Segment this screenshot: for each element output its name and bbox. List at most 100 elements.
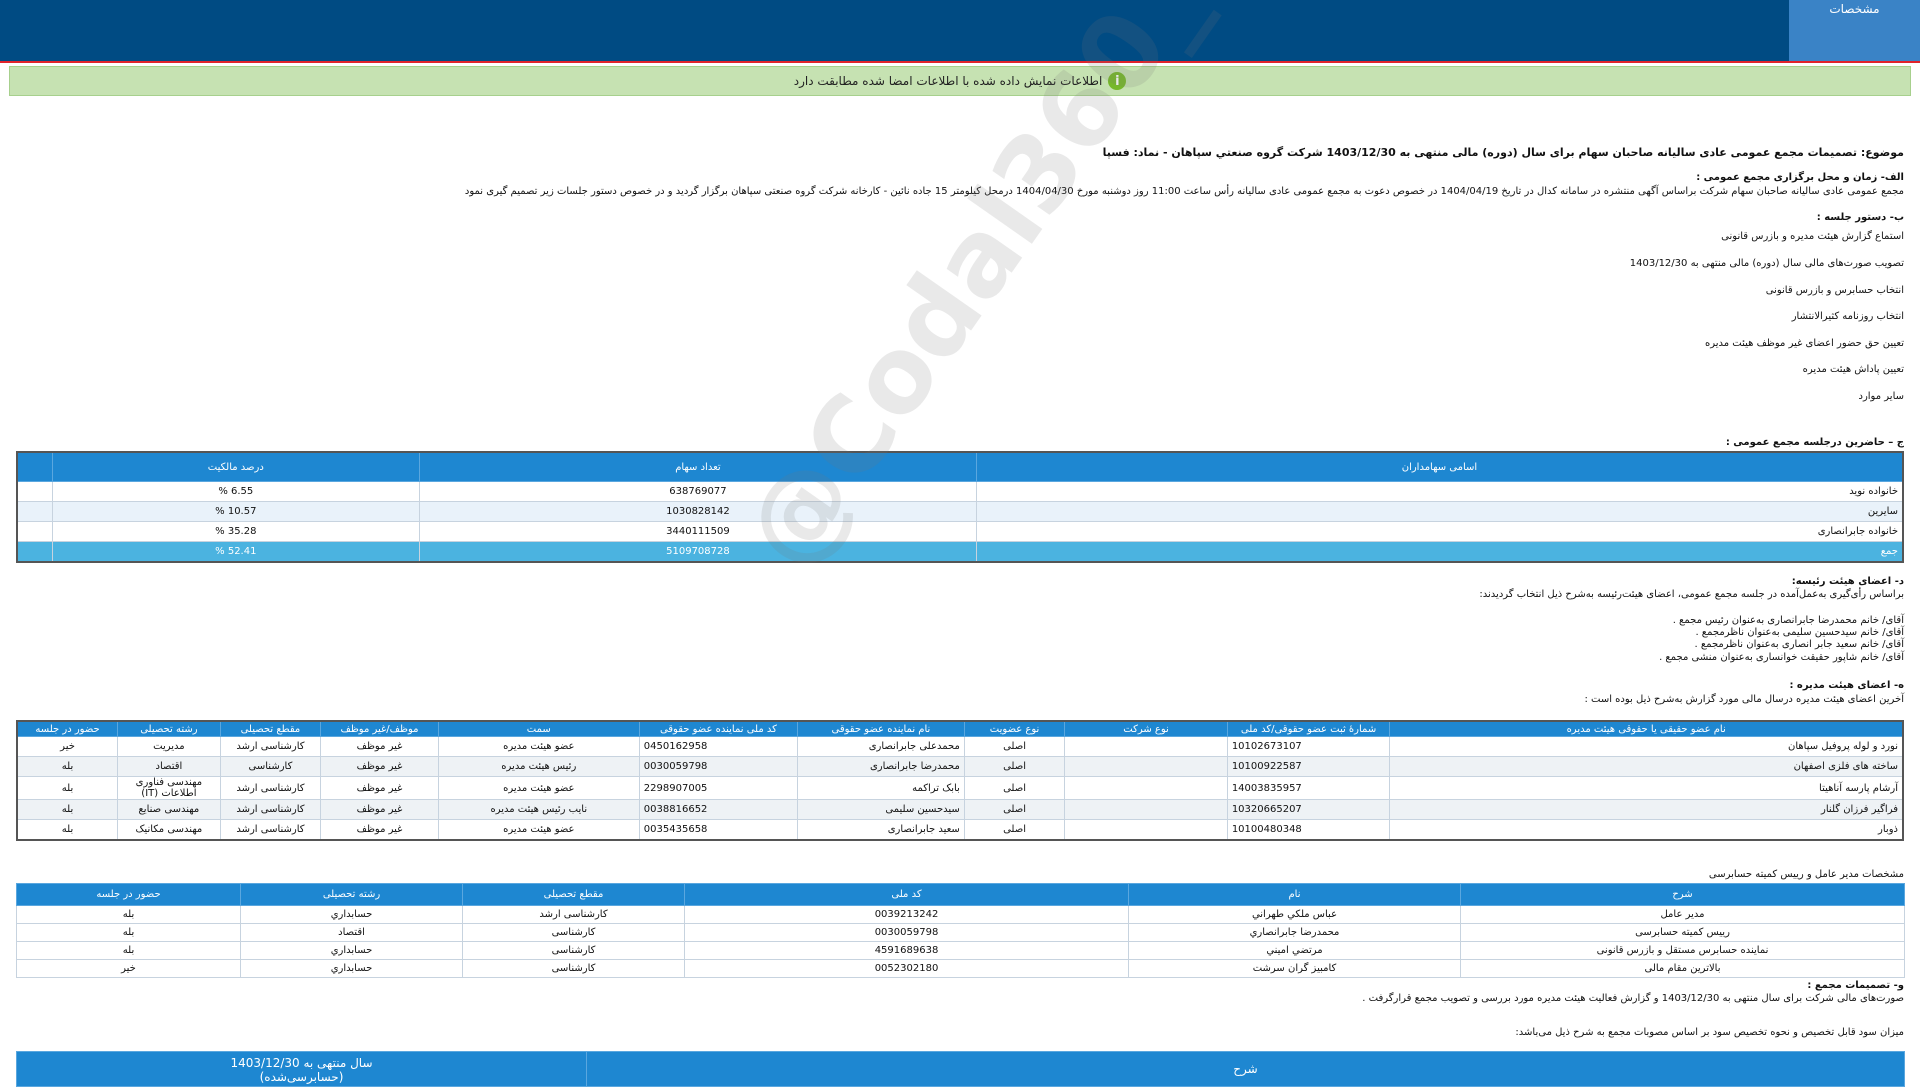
registration-id: 10100480348	[1226, 819, 1391, 841]
member-name: آرشام پارسه آناهیتا	[1389, 776, 1904, 800]
section-f-text: صورت‌های مالی شرکت برای سال منتهی به 140…	[1362, 993, 1904, 1004]
empty-cell	[16, 541, 53, 563]
company-type	[1064, 756, 1228, 777]
column-header: تعداد سهام	[418, 451, 977, 482]
agenda-item: استماع گزارش هیئت مدیره و بازرس قانونی	[1721, 231, 1904, 242]
table-row: خانواده نوید 638769077 6.55 %	[16, 481, 1904, 502]
role: بالاترین مقام مالی	[1460, 959, 1905, 978]
presidium-member: آقای/ خانم محمدرضا جابرانصاری به‌عنوان ر…	[1672, 615, 1904, 626]
representative-name: سیدحسین سلیمی	[797, 799, 965, 820]
column-header: درصد مالکیت	[51, 451, 420, 482]
field-of-study: مهندسی مکانیک	[117, 819, 221, 841]
representative-national-id: 2298907005	[638, 776, 799, 800]
representative-national-id: 0030059798	[638, 756, 799, 777]
field-of-study: مهندسی فناوری اطلاعات (IT)	[117, 776, 221, 800]
registration-id: 10320665207	[1226, 799, 1391, 820]
field-of-study: مهندسی صنایع	[117, 799, 221, 820]
education-level: کارشناسی	[462, 941, 685, 960]
document-body: موضوع: تصمیمات مجمع عمومی عادی سالیانه ص…	[0, 0, 1920, 1087]
empty-cell	[16, 481, 53, 502]
profit-intro: میزان سود قابل تخصیص و نحوه تخصیص سود بر…	[1515, 1027, 1904, 1038]
shareholder-name: خانواده نوید	[975, 481, 1904, 502]
column-header: اسامی سهامداران	[975, 451, 1904, 482]
member-name: فراگیر فرزان گلنار	[1389, 799, 1904, 820]
education-level: کارشناسی ارشد	[462, 905, 685, 924]
executive-status: غیر موظف	[320, 776, 439, 800]
column-header: نام	[1128, 883, 1461, 906]
total-label: جمع	[975, 541, 1904, 563]
total-row: جمع 5109708728 52.41 %	[16, 541, 1904, 563]
member-name: ساخته های فلزی اصفهان	[1389, 756, 1904, 777]
representative-name: محمدعلی جابرانصاری	[797, 736, 965, 757]
attendance: بله	[16, 941, 241, 960]
section-e-intro: آخرین اعضای هیئت مدیره درسال مالی مورد گ…	[1584, 694, 1904, 705]
column-header: موظف/غیر موظف	[320, 720, 439, 737]
presidium-member: آقای/ خانم شاپور حقیقت خوانساری به‌عنوان…	[1659, 652, 1904, 663]
column-header: حضور در جلسه	[16, 720, 119, 737]
attendance: بله	[16, 799, 119, 820]
agenda-item: تصویب صورت‌های مالی سال (دوره) مالی منته…	[1629, 258, 1904, 269]
empty-cell	[16, 521, 53, 542]
presidium-member: آقای/ خانم سیدحسین سلیمی به‌عنوان ناظرمج…	[1695, 627, 1904, 638]
education-level: کارشناسی ارشد	[219, 736, 322, 757]
role: مدیر عامل	[1460, 905, 1905, 924]
table-row: ذوبار 10100480348 اصلی سعید جابرانصاری 0…	[16, 819, 1904, 841]
executive-status: غیر موظف	[320, 819, 439, 841]
attendance: بله	[16, 923, 241, 942]
national-id: 4591689638	[684, 941, 1129, 960]
executive-status: غیر موظف	[320, 799, 439, 820]
section-d-heading: د- اعضای هیئت رئیسه:	[1791, 576, 1904, 587]
column-header-empty	[16, 451, 53, 482]
empty-cell	[16, 501, 53, 522]
column-header: سمت	[437, 720, 640, 737]
column-header: نام عضو حقیقی یا حقوقی هیئت مدیره	[1389, 720, 1904, 737]
year-header: سال منتهی به 1403/12/30	[230, 1056, 373, 1070]
table-header-row: نام عضو حقیقی یا حقوقی هیئت مدیره شمارهٔ…	[16, 720, 1904, 737]
board-members-table: نام عضو حقیقی یا حقوقی هیئت مدیره شمارهٔ…	[16, 720, 1904, 841]
column-header: مقطع تحصیلی	[462, 883, 685, 906]
field-of-study: حسابداري	[240, 941, 463, 960]
person-name: كامبيز گران سرشت	[1128, 959, 1461, 978]
column-header: شرح	[586, 1051, 1905, 1087]
table-row: ساخته های فلزی اصفهان 10100922587 اصلی م…	[16, 756, 1904, 777]
company-type	[1064, 799, 1228, 820]
education-level: کارشناسی	[462, 923, 685, 942]
role: رییس کمیته حسابرسی	[1460, 923, 1905, 942]
position: نایب رئیس هیئت مدیره	[437, 799, 640, 820]
agenda-item: سایر موارد	[1858, 391, 1905, 402]
role: نماینده حسابرس مستقل و بازرس قانونی	[1460, 941, 1905, 960]
company-type	[1064, 819, 1228, 841]
company-type	[1064, 736, 1228, 757]
profit-allocation-table: شرح سال منتهی به 1403/12/30 (حسابرسی‌شده…	[16, 1051, 1905, 1087]
column-header: سال منتهی به 1403/12/30 (حسابرسی‌شده)	[16, 1051, 587, 1087]
table-row: آرشام پارسه آناهیتا 14003835957 اصلی باب…	[16, 776, 1904, 800]
table-row: بالاترین مقام مالی كامبيز گران سرشت 0052…	[16, 959, 1905, 978]
ownership-percent: 10.57 %	[51, 501, 420, 522]
column-header: رشته تحصیلی	[117, 720, 221, 737]
representative-name: سعید جابرانصاری	[797, 819, 965, 841]
agenda-item: تعیین پاداش هیئت مدیره	[1802, 364, 1904, 375]
education-level: کارشناسی ارشد	[219, 776, 322, 800]
managers-heading: مشخصات مدیر عامل و رییس کمیته حسابرسی	[1708, 869, 1904, 880]
field-of-study: اقتصاد	[240, 923, 463, 942]
membership-type: اصلی	[963, 819, 1066, 841]
section-e-heading: ه- اعضای هیئت مدیره :	[1789, 680, 1904, 691]
representative-name: محمدرضا جابرانصاری	[797, 756, 965, 777]
education-level: کارشناسی	[462, 959, 685, 978]
section-d-intro: براساس رأی‌گیری به‌عمل‌آمده در جلسه مجمع…	[1479, 589, 1904, 600]
attendees-table: اسامی سهامداران تعداد سهام درصد مالکیت خ…	[16, 451, 1904, 563]
attendance: بله	[16, 905, 241, 924]
attendance: بله	[16, 776, 119, 800]
attendance: خیر	[16, 736, 119, 757]
representative-national-id: 0038816652	[638, 799, 799, 820]
person-name: عباس ملکي طهراني	[1128, 905, 1461, 924]
membership-type: اصلی	[963, 799, 1066, 820]
column-header: شمارهٔ ثبت عضو حقوقی/کد ملی	[1226, 720, 1391, 737]
company-type	[1064, 776, 1228, 800]
table-row: مدیر عامل عباس ملکي طهراني 0039213242 کا…	[16, 905, 1905, 924]
member-name: ذوبار	[1389, 819, 1904, 841]
membership-type: اصلی	[963, 736, 1066, 757]
education-level: کارشناسی	[219, 756, 322, 777]
table-header-row: شرح نام کد ملی مقطع تحصیلی رشته تحصیلی ح…	[16, 883, 1905, 906]
national-id: 0039213242	[684, 905, 1129, 924]
